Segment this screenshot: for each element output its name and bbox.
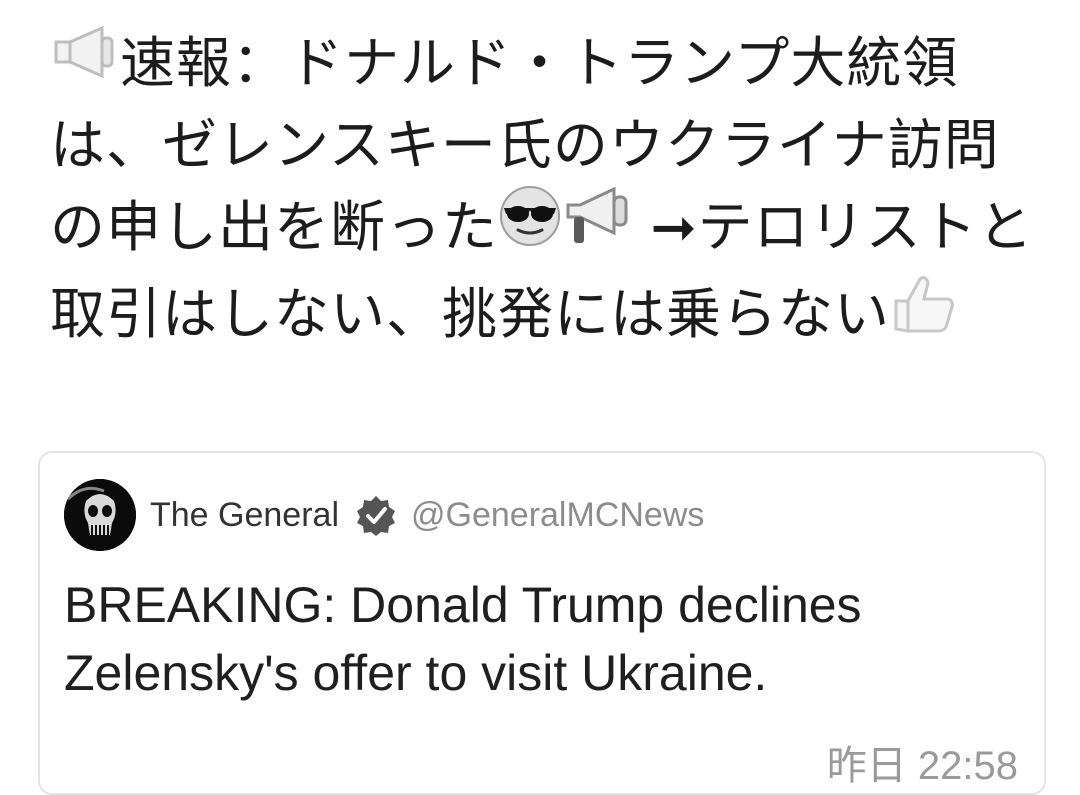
quoted-timestamp[interactable]: 昨日 22:58	[827, 733, 1018, 791]
megaphone-icon	[50, 22, 120, 104]
thumbs-up-icon	[890, 271, 960, 357]
quoted-display-name[interactable]: The General	[150, 496, 339, 535]
post-body: 速報：ドナルド・トランプ大統領は、ゼレンスキー氏のウクライナ訪問の申し出を断った…	[50, 22, 1040, 357]
punisher-skull-avatar	[64, 479, 136, 551]
sunglasses-face-icon	[498, 184, 562, 270]
arrow-icon: ➞	[650, 195, 698, 259]
quoted-tweet-text: BREAKING: Donald Trump declines Zelensky…	[64, 577, 862, 701]
post: 速報：ドナルド・トランプ大統領は、ゼレンスキー氏のウクライナ訪問の申し出を断った…	[0, 0, 1080, 795]
quoted-tweet-header: The General @GeneralMCNews	[64, 479, 704, 551]
megaphone-icon	[562, 181, 632, 273]
quoted-tweet-card[interactable]: The General @GeneralMCNews BREAKING: Don…	[38, 451, 1046, 795]
quoted-handle[interactable]: @GeneralMCNews	[411, 496, 704, 535]
avatar[interactable]	[64, 479, 136, 551]
verified-badge-icon	[355, 494, 397, 536]
